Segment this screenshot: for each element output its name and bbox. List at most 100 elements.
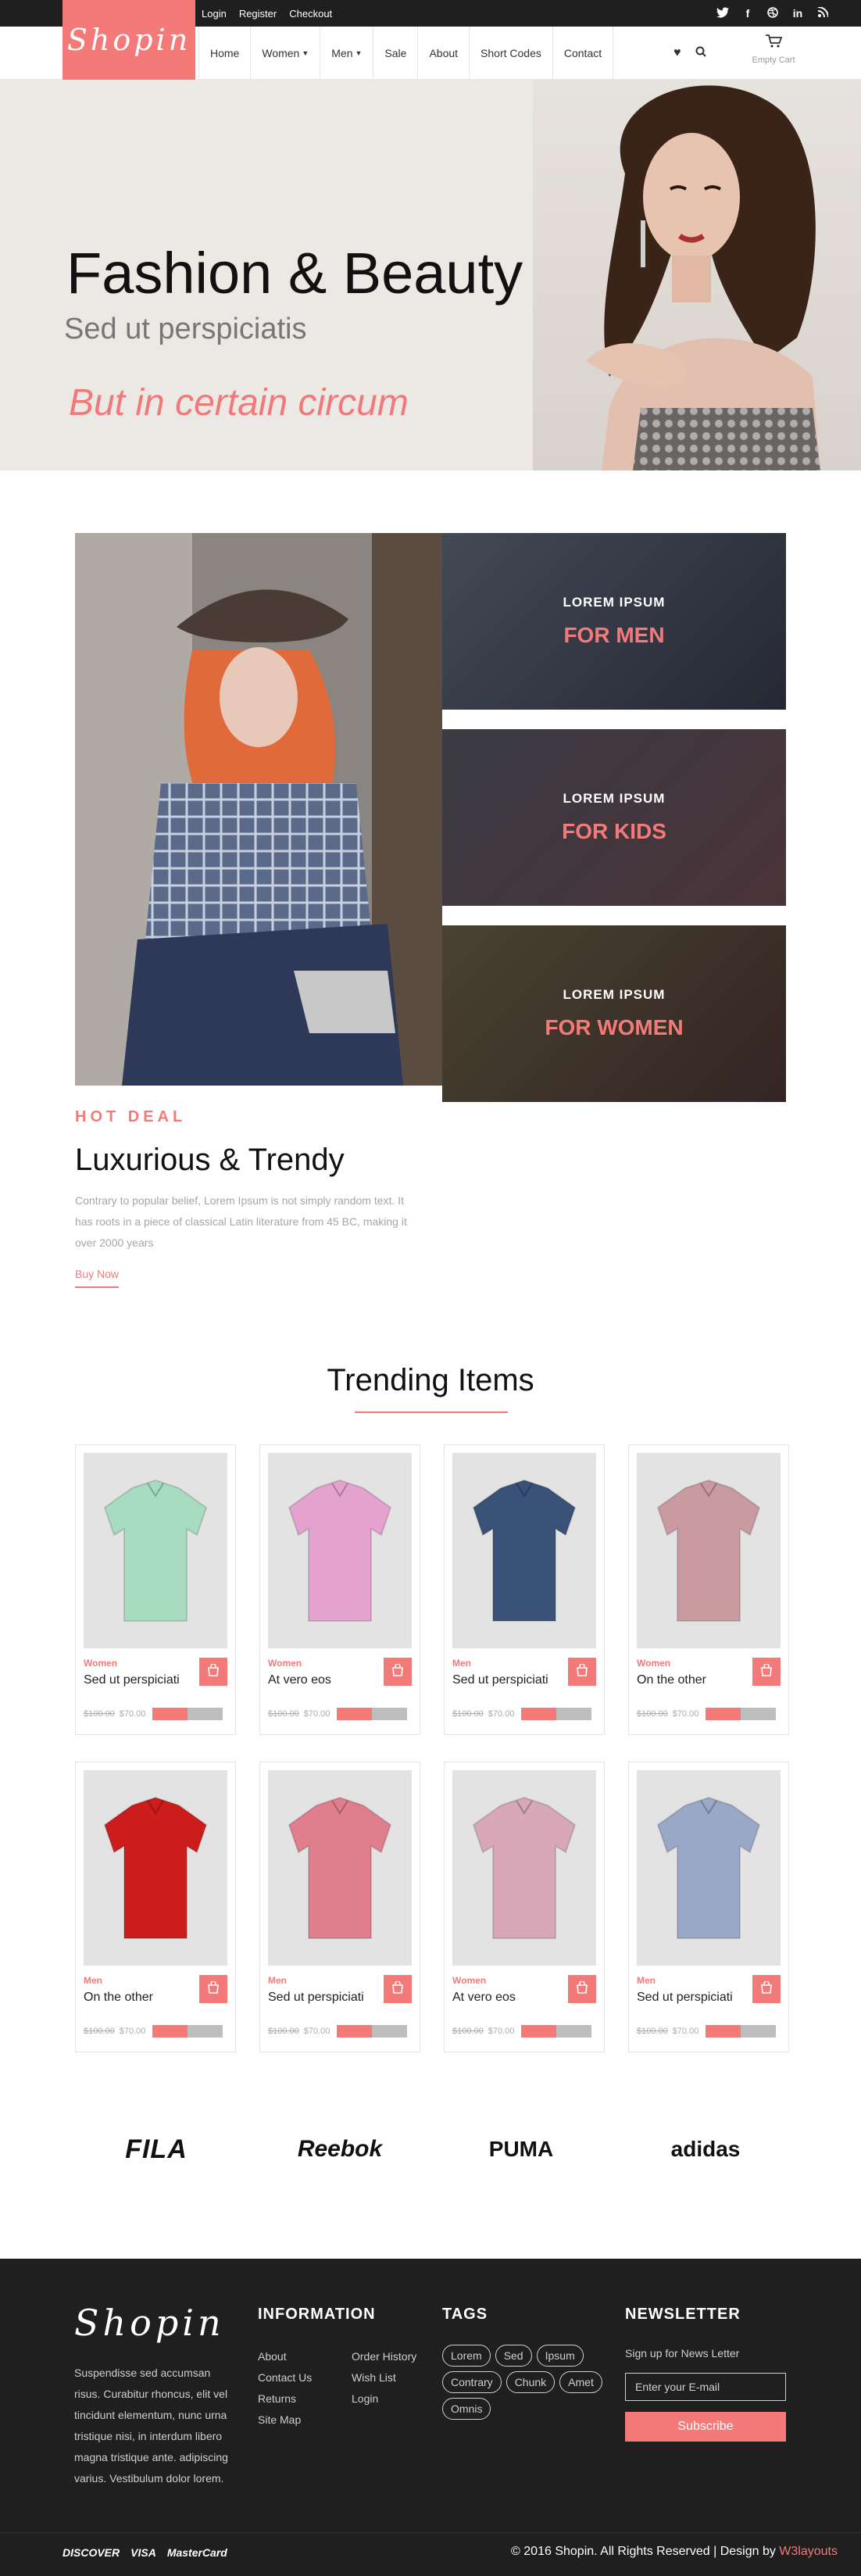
product-action-bar[interactable] [337,1708,407,1720]
product-image[interactable] [268,1453,412,1648]
product-image[interactable] [84,1453,227,1648]
facebook-icon[interactable]: f [741,7,755,20]
product-action-bar[interactable] [337,2025,407,2038]
product-price: $100.00 $70.00 [268,1709,330,1719]
rss-icon[interactable] [816,6,830,20]
product-sale-price: $70.00 [303,1709,330,1719]
product-old-price: $100.00 [452,1709,484,1719]
product-name[interactable]: Sed ut perspiciati [84,1673,180,1687]
buy-now-link[interactable]: Buy Now [75,1268,120,1288]
search-icon[interactable] [695,46,706,61]
login-link[interactable]: Login [202,8,227,20]
product-name[interactable]: Sed ut perspiciati [268,1991,364,2005]
shopping-bag-icon [391,1663,404,1680]
tag-omnis[interactable]: Omnis [442,2398,491,2420]
tag-ipsum[interactable]: Ipsum [536,2345,584,2367]
nav-sale[interactable]: Sale [373,27,417,80]
product-action-bar[interactable] [152,1708,223,1720]
product-card[interactable]: Men Sed ut perspiciati $100.00 $70.00 [259,1762,420,2052]
product-image[interactable] [637,1453,781,1648]
footer-link-wish-list[interactable]: Wish List [352,2367,416,2388]
featured-model-image [75,533,442,1086]
nav-women[interactable]: Women ▼ [250,27,320,80]
nav-about[interactable]: About [417,27,469,80]
category-kids-title: FOR KIDS [562,819,666,843]
product-name[interactable]: At vero eos [268,1673,331,1687]
subscribe-button[interactable]: Subscribe [625,2412,786,2442]
product-card[interactable]: Women At vero eos $100.00 $70.00 [259,1444,420,1735]
product-old-price: $100.00 [84,2027,115,2036]
checkout-link[interactable]: Checkout [289,8,332,20]
product-action-bar[interactable] [521,2025,591,2038]
designer-link[interactable]: W3layouts [779,2545,838,2558]
product-name[interactable]: Sed ut perspiciati [637,1991,733,2005]
heart-icon[interactable]: ♥ [673,46,681,60]
add-to-cart-button[interactable] [199,1658,227,1686]
add-to-cart-button[interactable] [568,1975,596,2003]
product-image[interactable] [268,1770,412,1966]
footer-link-contact[interactable]: Contact Us [258,2367,312,2388]
footer-description: Suspendisse sed accumsan risus. Curabitu… [74,2367,228,2485]
nav-home[interactable]: Home [198,27,250,80]
product-action-bar[interactable] [521,1708,591,1720]
category-kids-card[interactable]: LOREM IPSUM FOR KIDS [442,729,786,906]
add-to-cart-button[interactable] [384,1975,412,2003]
product-name[interactable]: On the other [637,1673,706,1687]
category-men-card[interactable]: LOREM IPSUM FOR MEN [442,533,786,710]
product-price: $100.00 $70.00 [452,1709,514,1719]
product-card[interactable]: Men Sed ut perspiciati $100.00 $70.00 [444,1444,605,1735]
footer-information-title: INFORMATION [258,2306,376,2323]
linkedin-icon[interactable]: in [791,7,805,20]
register-link[interactable]: Register [239,8,277,20]
twitter-icon[interactable] [716,6,730,20]
tag-contrary[interactable]: Contrary [442,2371,502,2393]
dribbble-icon[interactable] [766,6,780,20]
tag-amet[interactable]: Amet [559,2371,602,2393]
footer-link-returns[interactable]: Returns [258,2388,312,2410]
footer-link-order-history[interactable]: Order History [352,2346,416,2367]
brand-fila-logo[interactable]: FILA [109,2126,203,2173]
nav-contact[interactable]: Contact [552,27,614,80]
footer-link-sitemap[interactable]: Site Map [258,2410,312,2431]
product-image[interactable] [84,1770,227,1966]
product-name[interactable]: On the other [84,1991,153,2005]
product-card[interactable]: Women At vero eos $100.00 $70.00 [444,1762,605,2052]
product-action-bar[interactable] [706,1708,776,1720]
brand-puma-logo[interactable]: PUMA [478,2126,564,2173]
nav-short-codes[interactable]: Short Codes [469,27,552,80]
caret-down-icon: ▼ [302,49,309,57]
product-image[interactable] [452,1770,596,1966]
product-sale-price: $70.00 [488,2027,515,2036]
footer-logo[interactable]: Shopin [74,2302,225,2344]
product-action-bar[interactable] [152,2025,223,2038]
add-to-cart-button[interactable] [752,1975,781,2003]
product-action-bar[interactable] [706,2025,776,2038]
brand-adidas-logo[interactable]: adidas [663,2126,748,2173]
product-card[interactable]: Men On the other $100.00 $70.00 [75,1762,236,2052]
add-to-cart-button[interactable] [568,1658,596,1686]
add-to-cart-button[interactable] [384,1658,412,1686]
add-to-cart-button[interactable] [752,1658,781,1686]
tag-sed[interactable]: Sed [495,2345,532,2367]
product-category: Women [637,1658,671,1669]
payment-methods: DISCOVER VISA MasterCard [63,2546,227,2559]
site-logo[interactable]: Shopin [63,0,195,80]
footer-link-login[interactable]: Login [352,2388,416,2410]
nav-men[interactable]: Men ▼ [320,27,373,80]
product-card[interactable]: Men Sed ut perspiciati $100.00 $70.00 [628,1762,789,2052]
brand-reebok-logo[interactable]: Reebok [289,2126,391,2173]
product-card[interactable]: Women Sed ut perspiciati $100.00 $70.00 [75,1444,236,1735]
newsletter-email-input[interactable] [625,2373,786,2401]
site-footer: Shopin Suspendisse sed accumsan risus. C… [0,2259,861,2576]
tag-lorem[interactable]: Lorem [442,2345,491,2367]
tag-chunk[interactable]: Chunk [506,2371,556,2393]
product-card[interactable]: Women On the other $100.00 $70.00 [628,1444,789,1735]
product-image[interactable] [452,1453,596,1648]
footer-link-about[interactable]: About [258,2346,312,2367]
product-name[interactable]: Sed ut perspiciati [452,1673,548,1687]
cart-button[interactable]: Empty Cart [742,34,805,66]
add-to-cart-button[interactable] [199,1975,227,2003]
category-women-card[interactable]: LOREM IPSUM FOR WOMEN [442,925,786,1102]
product-name[interactable]: At vero eos [452,1991,516,2005]
product-image[interactable] [637,1770,781,1966]
